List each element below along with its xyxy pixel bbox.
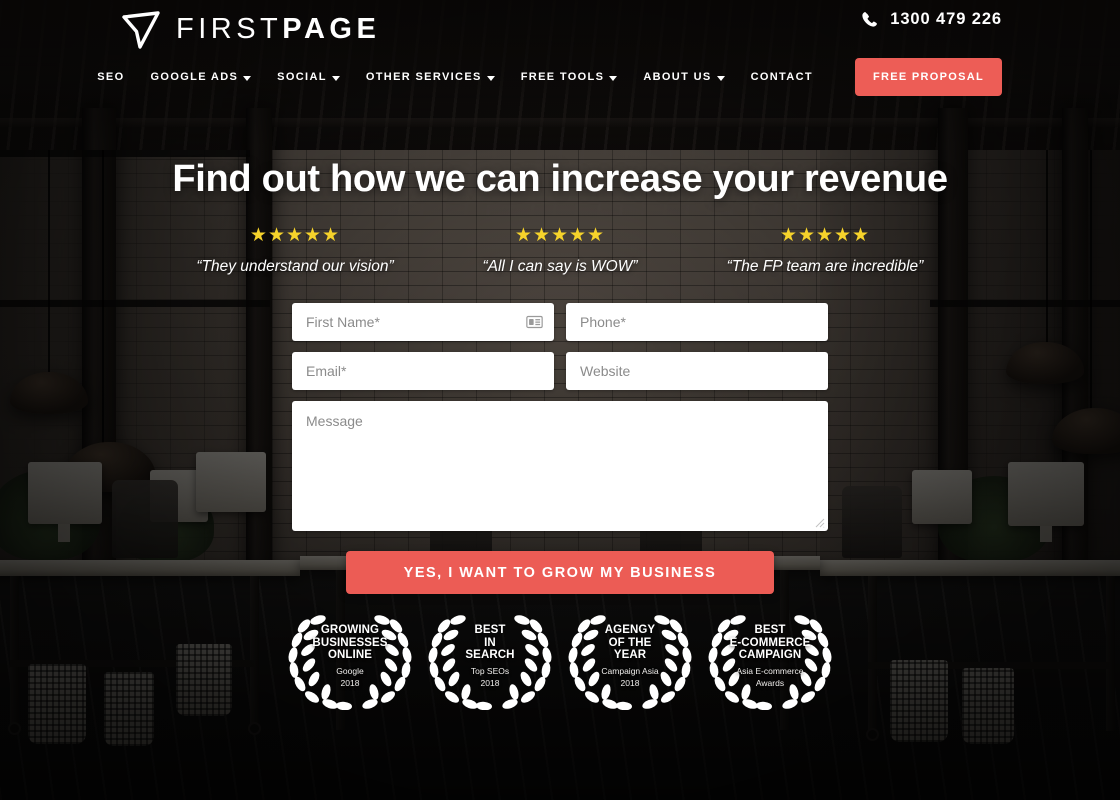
paper-plane-icon [122,11,160,49]
chevron-down-icon [609,75,618,81]
award-title-line: BUSINESSES [312,636,388,649]
award-title-line: GROWING [320,624,380,637]
testimonial-item: ★★★★★ “All I can say is WOW” [428,226,693,276]
chevron-down-icon [331,75,340,81]
email-field-wrapper [292,352,554,390]
award-sub-line: Asia E-commerce [736,666,804,677]
page-title: Find out how we can increase your revenu… [172,158,948,200]
first-name-input[interactable] [292,303,554,341]
award-title-line: ONLINE [327,649,373,662]
award-title-line: YEAR [613,649,647,662]
testimonial-item: ★★★★★ “They understand our vision” [163,226,428,276]
nav-label: FREE TOOLS [520,71,605,83]
award-title-line: OF THE [608,636,652,649]
chevron-down-icon [716,75,725,81]
testimonial-quote: “The FP team are incredible” [726,258,924,275]
award-sub-line: Awards [755,677,785,688]
award-title-line: AGENGY [604,624,656,637]
nav-item-free-tools[interactable]: FREE TOOLS [521,71,618,83]
star-rating-icon: ★★★★★ [779,225,871,246]
phone-field-wrapper [566,303,828,341]
form-row-2 [292,352,828,390]
award-sub-line: 2018 [620,677,640,688]
testimonial-row: ★★★★★ “They understand our vision” ★★★★★… [0,226,1120,276]
award-badge-best-in-search: BEST IN SEARCH Top SEOs 2018 [420,602,560,710]
site-header: FIRSTPAGE 1300 479 226 SEO GOOGLE ADS SO… [0,0,1120,104]
award-text: BEST IN SEARCH Top SEOs 2018 [465,624,514,688]
nav-item-contact[interactable]: CONTACT [751,71,813,83]
award-sub-line: 2018 [480,677,500,688]
award-sub-line: Top SEOs [470,666,510,677]
award-title-line: CAMPAIGN [738,649,802,662]
phone-link[interactable]: 1300 479 226 [860,10,1002,29]
chevron-down-icon [486,75,495,81]
main-navigation: SEO GOOGLE ADS SOCIAL OTHER SERVICES FRE… [0,58,1120,96]
nav-item-seo[interactable]: SEO [97,71,124,83]
award-sub-line: Campaign Asia [601,666,659,677]
phone-number: 1300 479 226 [890,10,1002,28]
phone-icon [862,12,878,27]
testimonial-quote: “All I can say is WOW” [482,258,638,275]
website-input[interactable] [566,352,828,390]
star-rating-icon: ★★★★★ [249,225,341,246]
nav-item-about-us[interactable]: ABOUT US [643,71,725,83]
award-title-line: SEARCH [465,649,515,662]
message-textarea[interactable] [292,401,828,531]
first-name-field-wrapper [292,303,554,341]
nav-item-social[interactable]: SOCIAL [277,71,340,83]
award-title-line: BEST [474,624,506,637]
free-proposal-button[interactable]: FREE PROPOSAL [854,58,1002,96]
award-sub-line: Google [336,666,364,677]
message-field-wrapper [292,401,828,531]
award-badges-row: GROWING BUSINESSES ONLINE Google 2018 BE… [0,602,1120,710]
lead-capture-form: YES, I WANT TO GROW MY BUSINESS [292,303,828,594]
nav-label: SEO [97,71,125,83]
award-badge-agency-of-the-year: AGENGY OF THE YEAR Campaign Asia 2018 [560,602,700,710]
logo-wordmark: FIRSTPAGE [176,13,380,46]
logo-text-first: FIRST [176,12,283,45]
form-row-1 [292,303,828,341]
submit-button[interactable]: YES, I WANT TO GROW MY BUSINESS [346,551,774,594]
award-text: BEST E-COMMERCE CAMPAIGN Asia E-commerce… [730,624,811,688]
testimonial-quote: “They understand our vision” [196,258,394,275]
award-badge-growing-businesses-online: GROWING BUSINESSES ONLINE Google 2018 [280,602,420,710]
award-title-line: IN [484,636,496,649]
hero-section: Find out how we can increase your revenu… [0,0,1120,800]
site-logo[interactable]: FIRSTPAGE [120,8,380,50]
nav-label: OTHER SERVICES [365,71,482,83]
website-field-wrapper [566,352,828,390]
nav-label: ABOUT US [643,71,712,83]
chevron-down-icon [243,75,252,81]
nav-item-other-services[interactable]: OTHER SERVICES [366,71,495,83]
logo-text-page: PAGE [282,12,381,45]
star-rating-icon: ★★★★★ [514,225,606,246]
award-title-line: E-COMMERCE [729,636,811,649]
phone-input[interactable] [566,303,828,341]
nav-label: CONTACT [750,71,813,83]
testimonial-item: ★★★★★ “The FP team are incredible” [693,226,958,276]
award-badge-best-ecommerce-campaign: BEST E-COMMERCE CAMPAIGN Asia E-commerce… [700,602,840,710]
nav-item-google-ads[interactable]: GOOGLE ADS [151,71,252,83]
award-text: AGENGY OF THE YEAR Campaign Asia 2018 [601,624,658,688]
email-input[interactable] [292,352,554,390]
award-text: GROWING BUSINESSES ONLINE Google 2018 [312,624,387,688]
nav-label: SOCIAL [277,71,327,83]
nav-label: GOOGLE ADS [150,71,239,83]
award-sub-line: 2018 [340,677,360,688]
award-title-line: BEST [754,624,786,637]
